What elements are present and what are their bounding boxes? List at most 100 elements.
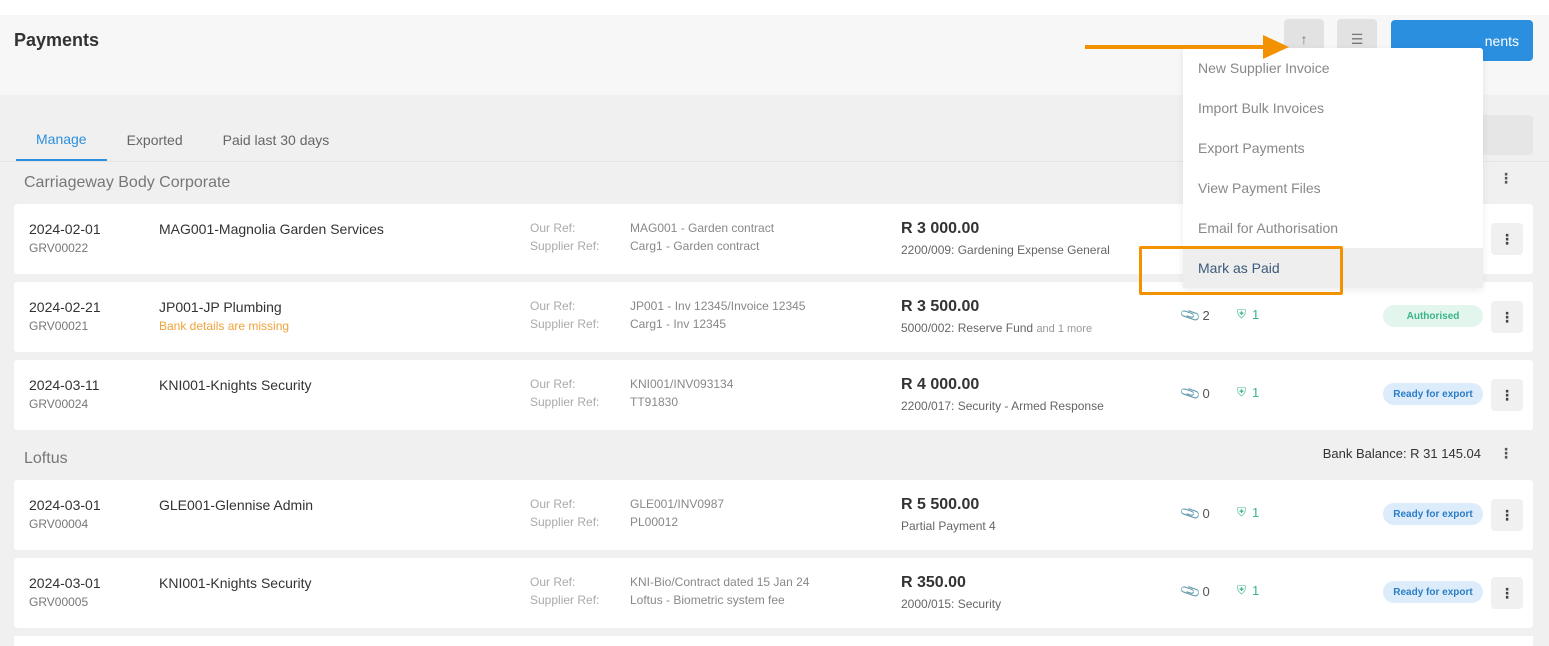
row-more-button[interactable]: ⋮ <box>1491 499 1523 531</box>
row-our-ref: KNI-Bio/Contract dated 15 Jan 24 <box>630 575 810 589</box>
row-supplier-ref: PL00012 <box>630 515 679 529</box>
row-account: 2200/017: Security - Armed Response <box>901 399 1104 413</box>
row-grv: GRV00004 <box>29 517 89 531</box>
shield-check-icon: ⛨ <box>1237 307 1247 321</box>
approvals-count: ⛨ 1 <box>1237 583 1259 598</box>
status-badge: Ready for export <box>1383 581 1483 603</box>
approvals-count: ⛨ 1 <box>1237 385 1259 400</box>
more-vertical-icon: ⋮ <box>1499 169 1513 186</box>
supplier-ref-label: Supplier Ref: <box>530 593 600 607</box>
shield-check-icon: ⛨ <box>1237 385 1247 399</box>
attachments-count[interactable]: 📎 2 <box>1178 303 1210 327</box>
row-supplier[interactable]: KNI001-Knights Security <box>159 575 312 591</box>
row-supplier[interactable]: MAG001-Magnolia Garden Services <box>159 221 384 237</box>
menu-item-new-supplier-invoice[interactable]: New Supplier Invoice <box>1183 48 1483 88</box>
row-amount: R 3 500.00 <box>901 298 980 315</box>
menu-item-export-payments[interactable]: Export Payments <box>1183 128 1483 168</box>
our-ref-label: Our Ref: <box>530 221 576 235</box>
tab-paid-last-30-days[interactable]: Paid last 30 days <box>203 118 350 162</box>
approvals-value: 1 <box>1252 505 1260 520</box>
group-more-button[interactable]: ⋮ <box>1494 166 1518 190</box>
row-more-button[interactable]: ⋮ <box>1491 379 1523 411</box>
more-vertical-icon: ⋮ <box>1500 506 1514 523</box>
row-supplier-ref: Carg1 - Garden contract <box>630 239 760 253</box>
tab-bar: Manage Exported Paid last 30 days <box>16 118 349 162</box>
attachments-value: 0 <box>1202 584 1210 599</box>
attachments-count[interactable]: 📎 0 <box>1178 501 1210 525</box>
group-title: Carriageway Body Corporate <box>24 174 231 191</box>
shield-check-icon: ⛨ <box>1237 583 1247 597</box>
row-amount: R 350.00 <box>901 574 966 591</box>
more-vertical-icon: ⋮ <box>1500 230 1514 247</box>
our-ref-label: Our Ref: <box>530 377 576 391</box>
approvals-value: 1 <box>1252 385 1260 400</box>
status-badge: Authorised <box>1383 305 1483 327</box>
menu-item-view-payment-files[interactable]: View Payment Files <box>1183 168 1483 208</box>
row-account: 2200/009: Gardening Expense General <box>901 243 1110 257</box>
paperclip-icon: 📎 <box>1178 501 1203 525</box>
our-ref-label: Our Ref: <box>530 299 576 313</box>
attachments-count[interactable]: 📎 0 <box>1178 579 1210 603</box>
account-label: Partial Payment 4 <box>901 519 996 533</box>
group-more-button[interactable]: ⋮ <box>1494 441 1518 465</box>
row-our-ref: GLE001/INV0987 <box>630 497 725 511</box>
table-row[interactable]: 2024-03-01 GRV00004 GLE001-Glennise Admi… <box>14 480 1533 550</box>
account-label: 5000/002: Reserve Fund <box>901 321 1034 335</box>
arrow-right-icon <box>1263 35 1289 59</box>
page-title: Payments <box>14 30 100 50</box>
arrow-annotation-shaft <box>1085 45 1265 49</box>
shield-check-icon: ⛨ <box>1237 505 1247 519</box>
row-supplier[interactable]: KNI001-Knights Security <box>159 377 312 393</box>
attachments-count[interactable]: 📎 0 <box>1178 381 1210 405</box>
row-more-button[interactable]: ⋮ <box>1491 301 1523 333</box>
bank-balance: Bank Balance: R 31 145.04 <box>1322 446 1481 461</box>
row-supplier[interactable]: GLE001-Glennise Admin <box>159 497 313 513</box>
row-supplier-ref: TT91830 <box>630 395 679 409</box>
row-amount: R 3 000.00 <box>901 220 980 237</box>
supplier-ref-label: Supplier Ref: <box>530 317 600 331</box>
row-grv: GRV00022 <box>29 241 89 255</box>
row-more-button[interactable]: ⋮ <box>1491 223 1523 255</box>
row-date: 2024-03-01 <box>29 575 101 591</box>
row-supplier-ref: Carg1 - Inv 12345 <box>630 317 727 331</box>
approvals-count: ⛨ 1 <box>1237 307 1259 322</box>
account-label: 2200/017: Security - Armed Response <box>901 399 1104 413</box>
our-ref-label: Our Ref: <box>530 575 576 589</box>
our-ref-label: Our Ref: <box>530 497 576 511</box>
row-supplier-ref: Loftus - Biometric system fee <box>630 593 785 607</box>
more-vertical-icon: ⋮ <box>1499 444 1513 461</box>
highlight-annotation-box <box>1139 246 1343 295</box>
table-row[interactable]: 2024-03-01 GRV00005 KNI001-Knights Secur… <box>14 558 1533 628</box>
row-account: Partial Payment 4 <box>901 519 996 533</box>
row-amount: R 4 000.00 <box>901 376 980 393</box>
row-grv-visible: GRV00021 <box>29 319 89 333</box>
top-strip <box>0 0 1549 15</box>
paperclip-icon: 📎 <box>1178 579 1203 603</box>
row-date: 2024-03-11 <box>29 377 100 393</box>
tab-exported[interactable]: Exported <box>107 118 203 162</box>
more-vertical-icon: ⋮ <box>1500 386 1514 403</box>
paperclip-icon: 📎 <box>1178 303 1203 327</box>
bank-details-warning: Bank details are missing <box>159 319 290 333</box>
approvals-value: 1 <box>1252 307 1260 322</box>
table-row[interactable]: 2024-03-11 GRV00024 KNI001-Knights Secur… <box>14 360 1533 430</box>
upload-icon: ↑ <box>1300 31 1308 47</box>
menu-item-import-bulk-invoices[interactable]: Import Bulk Invoices <box>1183 88 1483 128</box>
row-our-ref: MAG001 - Garden contract <box>630 221 775 235</box>
menu-item-email-for-authorisation[interactable]: Email for Authorisation <box>1183 208 1483 248</box>
status-badge: Ready for export <box>1383 383 1483 405</box>
approvals-value: 1 <box>1252 583 1260 598</box>
account-label: 2000/015: Security <box>901 597 1002 611</box>
row-date: 2024-02-01 <box>29 221 101 237</box>
supplier-ref-label: Supplier Ref: <box>530 395 600 409</box>
attachments-value: 0 <box>1202 506 1210 521</box>
row-supplier[interactable]: JP001-JP Plumbing <box>159 299 282 315</box>
row-date: 2024-03-01 <box>29 497 101 513</box>
supplier-ref-label: Supplier Ref: <box>530 515 600 529</box>
row-date: 2024-02-21 <box>29 299 101 315</box>
attachments-value: 2 <box>1202 308 1210 323</box>
account-more[interactable]: and 1 more <box>1036 323 1092 335</box>
tab-manage[interactable]: Manage <box>16 118 107 162</box>
row-more-button[interactable]: ⋮ <box>1491 577 1523 609</box>
paperclip-icon: 📎 <box>1178 381 1203 405</box>
